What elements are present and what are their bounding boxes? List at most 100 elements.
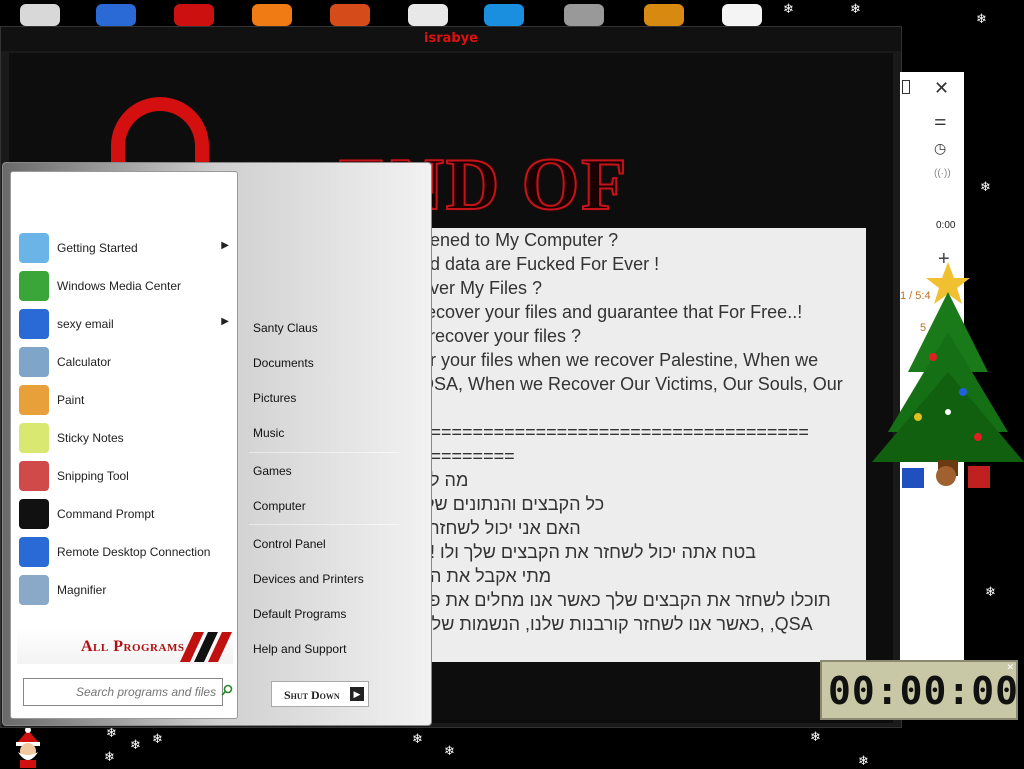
command-prompt-icon bbox=[19, 499, 49, 529]
snowflake-icon: ❄ bbox=[444, 744, 455, 759]
program-item[interactable]: Paint bbox=[17, 384, 233, 418]
app-blue-icon[interactable] bbox=[484, 4, 524, 26]
clock-icon[interactable]: ◷ bbox=[934, 140, 946, 157]
snowflake-icon: ❄ bbox=[412, 732, 423, 747]
timer-close-icon[interactable]: ✕ bbox=[1006, 662, 1014, 673]
place-item[interactable]: Control Panel bbox=[253, 537, 326, 551]
message-line: ===================================== bbox=[420, 422, 809, 442]
snowflake-icon: ❄ bbox=[985, 585, 996, 600]
message-line: over My Files ? bbox=[420, 278, 543, 298]
program-item[interactable]: Getting Started ▶ bbox=[17, 232, 233, 266]
message-line: תוכלו לשחזר את הקבצים שלך כאשר אנו מחלים… bbox=[420, 590, 831, 610]
program-item[interactable]: Remote Desktop Connection bbox=[17, 536, 233, 570]
message-line: QSA, When we Recover Our Victims, Our So… bbox=[420, 374, 843, 394]
calculator-icon bbox=[19, 347, 49, 377]
snowflake-icon: ❄ bbox=[783, 2, 794, 17]
search-box[interactable] bbox=[23, 678, 224, 706]
all-programs-label: All Programs bbox=[81, 638, 185, 655]
paint-icon bbox=[19, 385, 49, 415]
place-item[interactable]: Help and Support bbox=[253, 642, 346, 656]
equalizer-icon[interactable]: ⚌ bbox=[934, 112, 947, 129]
shutdown-label: Shut Down bbox=[284, 688, 340, 702]
window-icon bbox=[902, 80, 910, 94]
place-item[interactable]: Music bbox=[253, 426, 284, 440]
broadcast-icon: ((·)) bbox=[934, 168, 951, 179]
doc-icon[interactable] bbox=[722, 4, 762, 26]
network-icon[interactable] bbox=[96, 4, 136, 26]
program-item[interactable]: Windows Media Center bbox=[17, 270, 233, 304]
email-icon bbox=[19, 309, 49, 339]
program-label: Magnifier bbox=[57, 583, 107, 597]
magnifier-icon bbox=[19, 575, 49, 605]
program-label: Calculator bbox=[57, 355, 112, 369]
snowflake-icon: ❄ bbox=[980, 180, 991, 195]
place-item[interactable]: Computer bbox=[253, 499, 306, 513]
divider bbox=[249, 452, 399, 453]
close-icon[interactable]: ✕ bbox=[934, 78, 949, 99]
getting-started-icon bbox=[19, 233, 49, 263]
chevron-right-icon[interactable]: ▶ bbox=[350, 687, 364, 701]
place-item[interactable]: Pictures bbox=[253, 391, 296, 405]
timer-widget: 00:00:00 ✕ bbox=[820, 660, 1018, 720]
chevron-right-icon[interactable]: ▶ bbox=[221, 316, 229, 327]
message-line: ?מתי אקבל את ה bbox=[420, 566, 552, 586]
program-item[interactable]: Command Prompt bbox=[17, 498, 233, 532]
all-programs-button[interactable]: All Programs bbox=[17, 628, 233, 664]
divider bbox=[249, 524, 399, 525]
programs-pane: Getting Started ▶ Windows Media Center sexy… bbox=[10, 171, 238, 719]
media-center-icon bbox=[19, 271, 49, 301]
santa-icon[interactable] bbox=[8, 728, 48, 768]
box-icon[interactable] bbox=[644, 4, 684, 26]
notepad-icon[interactable] bbox=[408, 4, 448, 26]
office-icon[interactable] bbox=[330, 4, 370, 26]
place-item[interactable]: Default Programs bbox=[253, 607, 346, 621]
program-item[interactable]: Magnifier bbox=[17, 574, 233, 608]
program-label: Snipping Tool bbox=[57, 469, 129, 483]
message-line: ========= bbox=[420, 446, 515, 466]
plane-icon[interactable] bbox=[564, 4, 604, 26]
snowflake-icon: ❄ bbox=[976, 12, 987, 27]
shutdown-button[interactable]: Shut Down ▶ bbox=[271, 681, 369, 707]
program-label: Command Prompt bbox=[57, 507, 155, 521]
sticky-notes-icon bbox=[19, 423, 49, 453]
message-line: recover your files and guarantee that Fo… bbox=[420, 302, 803, 322]
message-line: i recover your files ? bbox=[420, 326, 582, 346]
recycle-icon[interactable] bbox=[20, 4, 60, 26]
message-line: ?האם אני יכול לשחזר bbox=[420, 518, 581, 538]
start-menu: Getting Started ▶ Windows Media Center sexy… bbox=[2, 162, 432, 726]
place-item[interactable]: Devices and Printers bbox=[253, 572, 364, 586]
message-line: כאשר אנו לשחזר קורבנות שלנו, הנשמות שלנו… bbox=[420, 614, 813, 634]
gear-red-icon[interactable] bbox=[174, 4, 214, 26]
search-input[interactable] bbox=[24, 679, 224, 705]
program-label: sexy email bbox=[57, 317, 114, 331]
timer-display: 00:00:00 bbox=[828, 669, 1020, 713]
program-label: Windows Media Center bbox=[57, 279, 182, 293]
chevron-right-icon[interactable]: ▶ bbox=[221, 240, 229, 251]
program-item[interactable]: Sticky Notes bbox=[17, 422, 233, 456]
program-item[interactable]: sexy email ▶ bbox=[17, 308, 233, 342]
time-label: 0:00 bbox=[936, 220, 956, 231]
remote-desktop-icon bbox=[19, 537, 49, 567]
snowflake-icon: ❄ bbox=[858, 754, 869, 769]
christmas-tree-icon bbox=[872, 262, 1024, 488]
snowflake-icon: ❄ bbox=[130, 738, 141, 753]
place-item[interactable]: Documents bbox=[253, 356, 314, 370]
message-line: ..! בטח אתה יכול לשחזר את הקבצים שלך ולו bbox=[420, 542, 756, 562]
message-line: nd data are Fucked For Ever ! bbox=[420, 254, 660, 274]
snowflake-icon: ❄ bbox=[850, 2, 861, 17]
snowflake-icon: ❄ bbox=[810, 730, 821, 745]
snowflake-icon: ❄ bbox=[106, 726, 117, 741]
program-item[interactable]: Calculator bbox=[17, 346, 233, 380]
program-label: Remote Desktop Connection bbox=[57, 545, 211, 559]
snowflake-icon: ❄ bbox=[152, 732, 163, 747]
firefox-icon[interactable] bbox=[252, 4, 292, 26]
window-title: israbye bbox=[1, 27, 901, 51]
program-item[interactable]: Snipping Tool bbox=[17, 460, 233, 494]
program-label: Sticky Notes bbox=[57, 431, 124, 445]
ransom-message-panel: pened to My Computer ? nd data are Fucked… bbox=[420, 228, 866, 662]
place-item[interactable]: Santy Claus bbox=[253, 321, 318, 335]
place-item[interactable]: Games bbox=[253, 464, 292, 478]
program-label: Getting Started bbox=[57, 241, 138, 255]
search-icon[interactable] bbox=[221, 684, 233, 696]
program-label: Paint bbox=[57, 393, 85, 407]
